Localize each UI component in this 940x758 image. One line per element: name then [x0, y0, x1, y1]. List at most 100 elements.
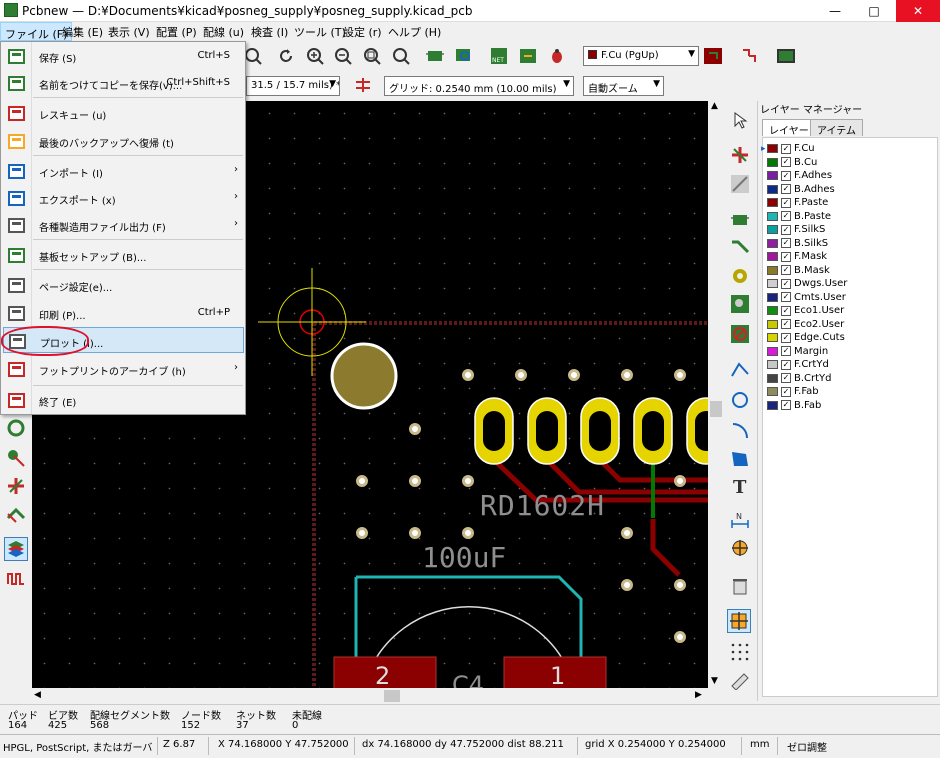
zoom-select[interactable]: 自動ズーム ▼ [583, 76, 664, 96]
layer-visibility-checkbox[interactable]: ✓ [781, 332, 791, 343]
layer-row[interactable]: ✓ F.SilkS [767, 223, 825, 236]
add-target-icon[interactable] [729, 537, 751, 559]
track-outline-icon[interactable] [5, 503, 27, 525]
tab-items[interactable]: アイテム [810, 119, 863, 137]
layer-visibility-checkbox[interactable]: ✓ [781, 265, 791, 275]
layer-color-swatch[interactable] [767, 360, 778, 369]
menu-edit[interactable]: 編集 (E) [62, 24, 103, 40]
file-menu-item[interactable]: 最後のバックアップへ復帰 (t) [3, 128, 244, 154]
close-button[interactable]: ✕ [896, 0, 940, 22]
file-menu-item[interactable]: プロット (l)... [3, 327, 244, 353]
menu-preferences[interactable]: 設定 (r) [343, 24, 382, 40]
layer-row[interactable]: ✓ B.Adhes [767, 183, 835, 196]
zoom-in-icon[interactable] [304, 45, 326, 67]
menu-inspect[interactable]: 検査 (I) [251, 24, 288, 40]
high-contrast-icon[interactable] [4, 537, 28, 561]
layer-row[interactable]: ✓ F.Fab [767, 385, 819, 398]
minimize-button[interactable]: — [818, 0, 852, 22]
layer-color-swatch[interactable] [767, 171, 778, 180]
scripting-icon[interactable] [739, 45, 761, 67]
console-icon[interactable] [775, 45, 797, 67]
layer-color-swatch[interactable] [767, 319, 778, 329]
layer-visibility-checkbox[interactable]: ✓ [781, 170, 791, 181]
layer-color-swatch[interactable] [767, 387, 778, 396]
footprint-browser-icon[interactable] [453, 45, 475, 67]
layer-color-swatch[interactable] [767, 373, 778, 383]
layer-visibility-checkbox[interactable]: ✓ [781, 224, 791, 235]
file-menu-item[interactable]: 保存 (S) Ctrl+S [3, 43, 244, 69]
add-zone-icon[interactable] [729, 293, 751, 315]
add-dimension-icon[interactable]: N [729, 509, 751, 531]
add-text-icon[interactable]: T [729, 475, 751, 497]
file-menu-item[interactable]: エクスポート (x) › [3, 185, 244, 211]
via-size-icon[interactable] [352, 74, 374, 96]
layer-visibility-checkbox[interactable]: ✓ [781, 211, 791, 221]
update-pcb-icon[interactable] [517, 45, 539, 67]
microwave-tools-icon[interactable] [5, 567, 27, 589]
file-menu-item[interactable]: レスキュー (u) [3, 100, 244, 126]
layer-row[interactable]: ✓ Dwgs.User [767, 277, 847, 290]
layer-row[interactable]: ✓ Eco2.User [767, 318, 844, 331]
layer-visibility-checkbox[interactable]: ✓ [781, 184, 791, 194]
add-keepout-icon[interactable] [729, 323, 751, 345]
layer-row[interactable]: ✓ Cmts.User [767, 291, 846, 304]
layer-visibility-checkbox[interactable]: ✓ [781, 373, 791, 383]
layer-pair-icon[interactable] [702, 45, 724, 67]
layer-color-swatch[interactable] [767, 238, 778, 248]
scroll-right-arrow-icon[interactable]: ▶ [695, 690, 702, 700]
grid-origin-icon[interactable] [727, 609, 751, 633]
layer-row[interactable]: ▸ ✓ F.Cu [761, 142, 815, 155]
layer-color-swatch[interactable] [767, 333, 778, 342]
layer-color-swatch[interactable] [767, 346, 778, 356]
layer-row[interactable]: ✓ B.SilkS [767, 237, 828, 250]
layer-color-swatch[interactable] [767, 252, 778, 261]
file-menu-item[interactable]: フットプリントのアーカイブ (h) › [3, 356, 244, 382]
tab-layers[interactable]: レイヤー [762, 119, 816, 137]
file-menu-item[interactable]: 印刷 (P)... Ctrl+P [3, 300, 244, 326]
add-line-icon[interactable] [729, 359, 751, 381]
layer-select[interactable]: F.Cu (PgUp) ▼ [583, 46, 699, 66]
layer-visibility-checkbox[interactable]: ✓ [781, 359, 791, 370]
layer-visibility-checkbox[interactable]: ✓ [781, 197, 791, 208]
layer-color-swatch[interactable] [767, 184, 778, 194]
vertical-scroll-thumb[interactable] [710, 401, 722, 417]
layer-row[interactable]: ✓ B.Cu [767, 156, 817, 169]
layer-color-swatch[interactable] [767, 157, 778, 167]
local-ratsnest-tool-icon[interactable] [729, 173, 751, 195]
layer-row[interactable]: ✓ F.Adhes [767, 169, 832, 182]
netlist-icon[interactable]: NET [488, 45, 510, 67]
scroll-left-arrow-icon[interactable]: ◀ [34, 690, 41, 700]
layer-visibility-checkbox[interactable]: ✓ [781, 278, 791, 289]
layer-row[interactable]: ✓ B.Mask [767, 264, 830, 277]
layer-visibility-checkbox[interactable]: ✓ [781, 157, 791, 167]
layer-visibility-checkbox[interactable]: ✓ [781, 238, 791, 248]
zoom-fit-icon[interactable] [361, 45, 383, 67]
layer-row[interactable]: ✓ B.Fab [767, 399, 821, 412]
layer-color-swatch[interactable] [767, 144, 778, 153]
layer-row[interactable]: ✓ B.CrtYd [767, 372, 832, 385]
horizontal-scroll-thumb[interactable] [384, 690, 400, 702]
add-arc-icon[interactable] [729, 419, 751, 441]
layer-visibility-checkbox[interactable]: ✓ [781, 292, 791, 302]
layer-color-swatch[interactable] [767, 292, 778, 302]
layer-color-swatch[interactable] [767, 279, 778, 288]
add-via-icon[interactable] [729, 265, 751, 287]
drc-icon[interactable] [546, 45, 568, 67]
layer-visibility-checkbox[interactable]: ✓ [781, 400, 791, 410]
add-circle-icon[interactable] [729, 389, 751, 411]
vertical-scrollbar[interactable]: ▲ ▼ [708, 101, 724, 688]
layer-row[interactable]: ✓ B.Paste [767, 210, 831, 223]
zoom-out-icon[interactable] [332, 45, 354, 67]
file-menu-item[interactable]: 基板セットアップ (B)... [3, 242, 244, 268]
show-ratsnest-icon[interactable] [5, 417, 27, 439]
scroll-down-arrow-icon[interactable]: ▼ [711, 676, 718, 686]
maximize-button[interactable]: □ [857, 0, 891, 22]
file-menu-item[interactable]: 各種製造用ファイル出力 (F) › [3, 212, 244, 238]
delete-icon[interactable] [729, 575, 751, 597]
file-menu-item[interactable]: インポート (I) › [3, 158, 244, 184]
layer-row[interactable]: ✓ Edge.Cuts [767, 331, 845, 344]
layer-row[interactable]: ✓ Eco1.User [767, 304, 844, 317]
scroll-up-arrow-icon[interactable]: ▲ [711, 101, 718, 111]
layer-row[interactable]: ✓ F.CrtYd [767, 358, 829, 371]
layer-color-swatch[interactable] [767, 211, 778, 221]
